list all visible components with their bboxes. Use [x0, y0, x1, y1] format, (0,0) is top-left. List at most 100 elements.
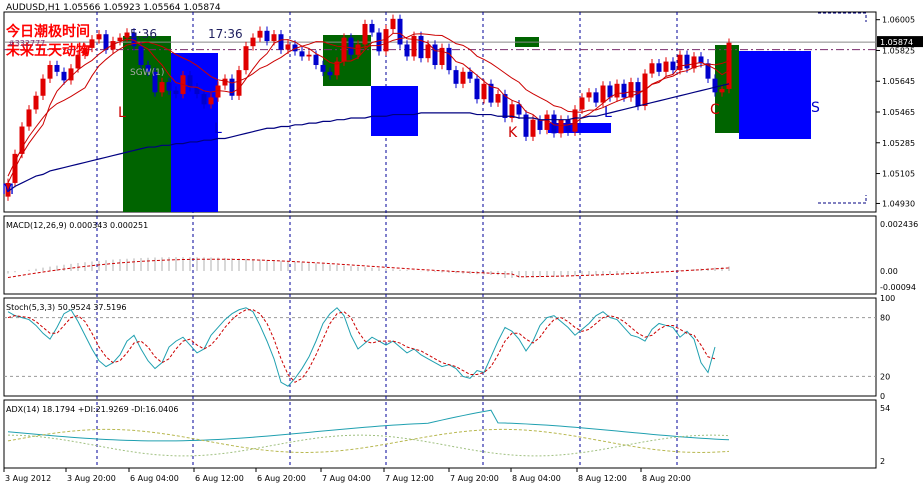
x-tick-label: 8 Aug 12:00 — [578, 474, 627, 483]
candle-body — [572, 109, 578, 132]
candle-body — [103, 34, 109, 50]
candle-body — [19, 126, 25, 154]
macd-signal-line — [7, 258, 730, 279]
candle-body — [208, 97, 214, 105]
candle-body — [138, 46, 144, 65]
x-tick-label: 7 Aug 04:00 — [322, 474, 371, 483]
period-marker — [818, 195, 867, 204]
candle-body — [306, 54, 312, 57]
signal-letter: L — [118, 105, 126, 121]
candle-body — [537, 119, 543, 130]
period-marker — [818, 12, 867, 22]
pane-frame-sto — [3, 297, 877, 397]
candle-body — [166, 82, 172, 91]
candle-body — [47, 64, 53, 79]
candle-body — [558, 119, 564, 134]
x-tick-label: 3 Aug 2012 — [5, 474, 51, 483]
blue-box — [739, 51, 811, 139]
y-tick-label: 1.05465 — [882, 108, 915, 117]
signal-letter: L — [604, 105, 612, 121]
blue-box — [548, 123, 611, 133]
candle-body — [222, 78, 228, 86]
x-tick-label: 6 Aug 20:00 — [257, 474, 306, 483]
candle-body — [670, 61, 676, 71]
candle-body — [656, 63, 662, 72]
candle-body — [285, 44, 291, 50]
candle-body — [614, 83, 620, 98]
candle-body — [439, 47, 445, 65]
candle-body — [201, 94, 207, 105]
candle-body — [460, 71, 466, 84]
overlay-text: 今日潮极时间 — [5, 23, 90, 40]
candle-body — [586, 92, 592, 98]
y-tick-label: 1.04930 — [882, 199, 915, 208]
candle-body — [621, 83, 627, 98]
candle-body — [187, 75, 193, 88]
candle-body — [362, 23, 368, 45]
candle-body — [593, 92, 599, 103]
adx-tick-label: 54 — [880, 404, 890, 413]
overlay-small-text: #332777 — [8, 39, 45, 48]
time-label: 5:36 — [130, 27, 157, 41]
candle-body — [663, 61, 669, 72]
candle-body — [544, 114, 550, 130]
candle-body — [453, 70, 459, 84]
candle-body — [600, 85, 606, 103]
candle-body — [565, 119, 571, 132]
candle-body — [607, 85, 613, 98]
candle-body — [243, 46, 249, 71]
candle-body — [376, 32, 382, 52]
candle-body — [257, 30, 263, 38]
candle-body — [467, 71, 473, 79]
stoch-tick-label: 80 — [880, 314, 890, 323]
candle-body — [40, 78, 46, 96]
chart-svg: 1.06005 1.05825 1.05645 1.05465 1.05285 1.051… — [2, 3, 923, 483]
candle-body — [355, 44, 361, 55]
x-tick-label: 6 Aug 12:00 — [195, 474, 244, 483]
y-tick-label: 1.05825 — [882, 46, 915, 55]
signal-letter: C — [710, 102, 720, 118]
candle-body — [726, 42, 732, 89]
y-tick-label: 1.05105 — [882, 170, 915, 179]
candle-body — [89, 39, 95, 48]
price-tag-label: 1.05874 — [880, 38, 913, 47]
candle-body — [481, 83, 487, 100]
signal-letter: K — [508, 125, 518, 141]
candle-body — [124, 32, 130, 38]
minus-di-line — [7, 434, 730, 457]
x-tick-label: 7 Aug 20:00 — [450, 474, 499, 483]
candle-body — [649, 63, 655, 74]
adx-tick-label: 2 — [880, 457, 885, 466]
candle-body — [474, 78, 480, 100]
stoch-k-line — [7, 307, 716, 387]
symbol-header: AUDUSD,H1 1.05566 1.05923 1.05564 1.0587… — [6, 3, 221, 13]
candle-body — [229, 78, 235, 96]
candle-body — [313, 54, 319, 65]
candle-body — [54, 64, 60, 72]
candle-body — [530, 119, 536, 137]
candle-body — [446, 47, 452, 71]
candle-body — [390, 18, 396, 30]
candle-body — [712, 78, 718, 93]
stoch-tick-label: 0 — [880, 392, 885, 401]
candle-body — [96, 34, 102, 40]
candle-body — [369, 23, 375, 33]
candle-body — [432, 44, 438, 65]
stoch-label: Stoch(5,3,3) 50.9524 37.5196 — [6, 303, 126, 312]
signal-letter: L — [214, 121, 222, 137]
candle-body — [719, 88, 725, 93]
stoch-tick-label: 20 — [880, 372, 890, 381]
signal-label: SGW(1) — [130, 68, 164, 78]
adx-label: ADX(14) 18.1794 +DI:21.9269 -DI:16.0406 — [6, 405, 178, 414]
candle-body — [33, 95, 39, 110]
candle-body — [236, 70, 242, 96]
candle-body — [250, 37, 256, 47]
candle-body — [26, 109, 32, 127]
macd-label: MACD(12,26,9) 0.000343 0.000251 — [6, 221, 148, 230]
candle-body — [341, 37, 347, 62]
y-tick-label: 1.06005 — [882, 16, 915, 25]
macd-tick-label: -0.00094 — [880, 283, 916, 292]
candle-body — [278, 34, 284, 50]
x-tick-label: 7 Aug 12:00 — [385, 474, 434, 483]
candle-body — [271, 34, 277, 42]
